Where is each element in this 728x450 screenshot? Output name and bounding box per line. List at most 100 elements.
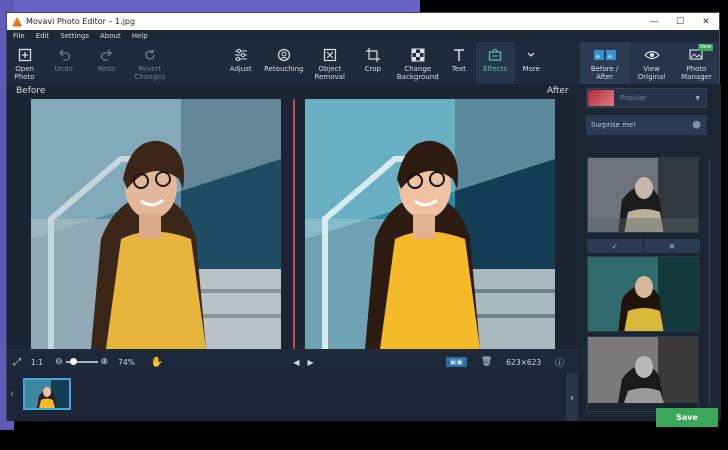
- open-photo-button[interactable]: Open Photo: [7, 42, 42, 84]
- info-icon[interactable]: ⓘ: [555, 356, 564, 369]
- cancel-x-icon[interactable]: ✕: [644, 239, 700, 253]
- category-label: Popular: [620, 94, 647, 102]
- crop-button[interactable]: Crop: [351, 42, 394, 84]
- zoom-in-icon[interactable]: ⊕: [101, 357, 109, 367]
- menu-bar: File Edit Settings About Help: [7, 30, 719, 42]
- chevron-down-icon: [526, 46, 536, 63]
- effect-thumbnail-3[interactable]: [587, 336, 699, 412]
- minimize-icon[interactable]: —: [641, 17, 667, 27]
- before-after-button[interactable]: Before / After: [580, 42, 630, 84]
- menu-settings[interactable]: Settings: [60, 32, 89, 40]
- surprise-me-label: Surprise me!: [591, 121, 637, 129]
- effect-thumbnail-1[interactable]: [587, 157, 699, 233]
- filmstrip-right-button[interactable]: ›: [566, 373, 578, 421]
- effects-scrollbar[interactable]: [708, 160, 711, 406]
- revert-icon: [143, 46, 157, 63]
- open-photo-label: Open Photo: [14, 65, 35, 81]
- effects-button[interactable]: Effects: [476, 42, 514, 84]
- adjust-button[interactable]: Adjust: [222, 42, 259, 84]
- photo-manager-button[interactable]: New Photo Manager: [674, 42, 719, 84]
- view-controls-bar: ⤢ 1:1 ⊖ ⊕ 74% ✋ ◀ ▶ ▣▣ 🗑 623×623 ⓘ: [7, 351, 578, 373]
- open-photo-icon: [18, 46, 32, 63]
- more-label: More: [522, 65, 540, 73]
- undo-button[interactable]: Undo: [42, 42, 85, 84]
- before-after-label: Before / After: [590, 65, 619, 81]
- effect-category-dropdown[interactable]: Popular ▼: [586, 88, 707, 108]
- undo-label: Undo: [54, 65, 73, 73]
- previous-image-icon[interactable]: ◀: [293, 358, 299, 367]
- revert-changes-button[interactable]: Revert Changes: [128, 42, 171, 84]
- filmstrip-left-icon[interactable]: ‹: [10, 387, 14, 400]
- toolbar: Open Photo Undo Redo Revert Changes Adju…: [7, 42, 719, 84]
- filmstrip-thumbnail[interactable]: [23, 378, 71, 410]
- zoom-level: 74%: [118, 357, 135, 367]
- effect-thumbnail-2[interactable]: [587, 256, 699, 332]
- next-image-icon[interactable]: ▶: [307, 358, 313, 367]
- text-icon: [452, 46, 466, 63]
- crop-label: Crop: [364, 65, 381, 73]
- view-original-label: View Original: [637, 65, 666, 81]
- effects-label: Effects: [483, 65, 507, 73]
- compare-icon[interactable]: ▣▣: [445, 357, 467, 367]
- effects-panel: Popular ▼ Surprise me! ⬢ ✓ ✕ Save: [578, 84, 721, 427]
- object-removal-label: Object Removal: [314, 65, 345, 81]
- window-title: Movavi Photo Editor – 1.jpg: [26, 17, 136, 26]
- surprise-me-button[interactable]: Surprise me! ⬢: [586, 115, 707, 135]
- more-button[interactable]: More: [514, 42, 549, 84]
- maximize-icon[interactable]: ☐: [667, 17, 693, 27]
- change-background-label: Change Background: [396, 65, 439, 81]
- dice-icon: ⬢: [692, 119, 701, 131]
- save-button[interactable]: Save: [656, 408, 718, 427]
- adjust-label: Adjust: [229, 65, 252, 73]
- actual-size-button[interactable]: 1:1: [31, 358, 43, 367]
- redo-button[interactable]: Redo: [85, 42, 128, 84]
- before-after-divider[interactable]: [293, 99, 295, 349]
- app-logo-icon: [12, 16, 22, 27]
- chevron-down-icon: ▼: [695, 94, 700, 102]
- revert-changes-label: Revert Changes: [134, 65, 165, 81]
- undo-icon: [57, 46, 71, 63]
- category-thumbnail: [588, 90, 614, 106]
- change-background-button[interactable]: Change Background: [394, 42, 441, 84]
- redo-icon: [100, 46, 114, 63]
- effect-actions: ✓ ✕: [587, 239, 701, 253]
- delete-icon[interactable]: 🗑: [481, 357, 492, 367]
- after-photo[interactable]: [305, 99, 555, 349]
- retouching-icon: [277, 46, 291, 63]
- before-after-icon: [593, 46, 617, 63]
- window-controls: — ☐ ✕: [641, 17, 719, 27]
- eye-icon: [643, 46, 660, 63]
- apply-check-icon[interactable]: ✓: [587, 239, 643, 253]
- crop-icon: [365, 46, 380, 63]
- fit-screen-icon[interactable]: ⤢: [13, 357, 21, 368]
- adjust-icon: [234, 46, 248, 63]
- app-window: Movavi Photo Editor – 1.jpg — ☐ ✕ File E…: [6, 12, 721, 427]
- toolbar-spacer-2: [549, 42, 580, 84]
- zoom-out-icon[interactable]: ⊖: [55, 357, 63, 367]
- menu-edit[interactable]: Edit: [36, 32, 50, 40]
- redo-label: Redo: [97, 65, 116, 73]
- new-badge: New: [698, 44, 713, 51]
- object-removal-button[interactable]: Object Removal: [308, 42, 351, 84]
- menu-about[interactable]: About: [100, 32, 121, 40]
- retouching-label: Retouching: [264, 65, 304, 73]
- after-label: After: [547, 86, 569, 96]
- before-label: Before: [16, 86, 46, 96]
- zoom-slider-knob[interactable]: [70, 358, 78, 365]
- zoom-slider[interactable]: [65, 358, 98, 365]
- view-original-button[interactable]: View Original: [629, 42, 674, 84]
- close-icon[interactable]: ✕: [693, 17, 719, 27]
- text-button[interactable]: Text: [441, 42, 476, 84]
- photo-manager-label: Photo Manager: [681, 65, 712, 81]
- effects-icon: [488, 46, 502, 63]
- before-photo[interactable]: [31, 99, 281, 349]
- menu-help[interactable]: Help: [132, 32, 148, 40]
- change-background-icon: [411, 46, 425, 63]
- object-removal-icon: [323, 46, 337, 63]
- title-bar: Movavi Photo Editor – 1.jpg — ☐ ✕: [7, 13, 719, 30]
- text-label: Text: [451, 65, 466, 73]
- hand-tool-icon[interactable]: ✋: [151, 357, 163, 368]
- retouching-button[interactable]: Retouching: [259, 42, 308, 84]
- menu-file[interactable]: File: [13, 32, 25, 40]
